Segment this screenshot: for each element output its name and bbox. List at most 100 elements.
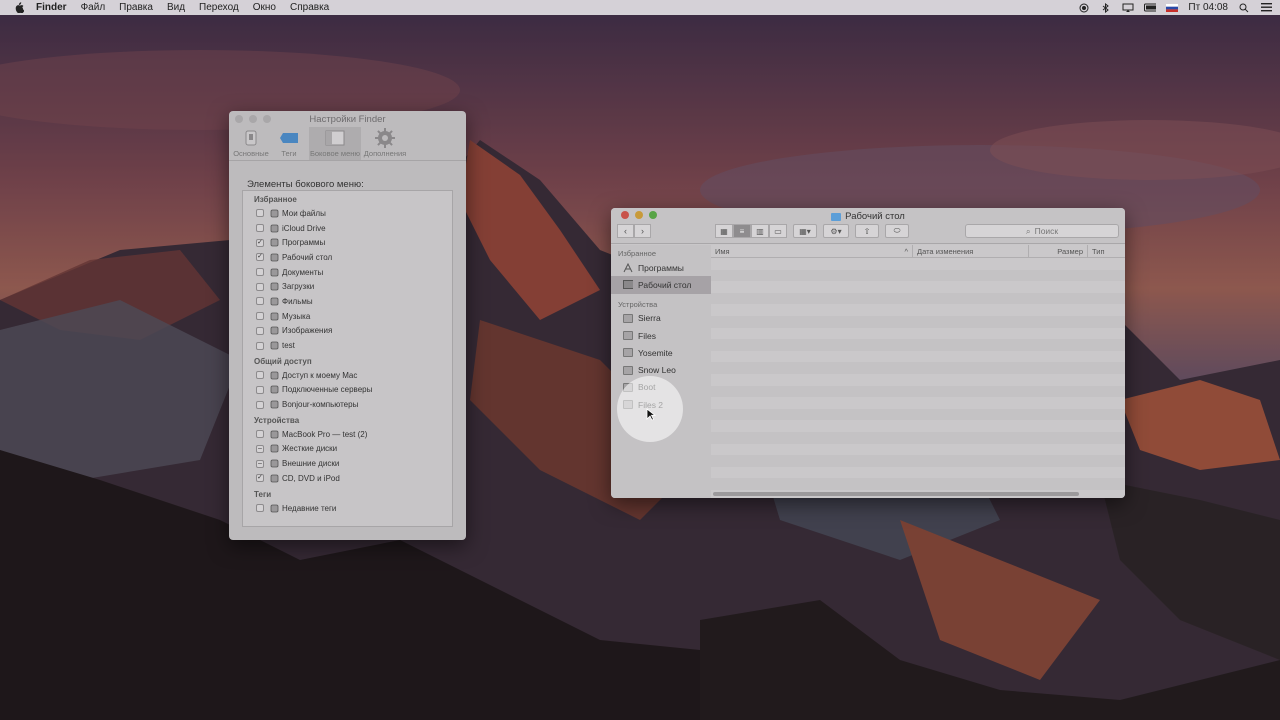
menu-app-name[interactable]: Finder — [36, 2, 67, 13]
pref-item-row[interactable]: Bonjour-компьютеры — [243, 397, 452, 412]
devices-list: Sierra Files Yosemite Snow Leo Boot Files 2 — [611, 310, 711, 414]
notification-center-icon[interactable] — [1260, 3, 1272, 13]
tab-general[interactable]: Основные — [233, 127, 269, 160]
pref-item-row[interactable]: MacBook Pro — test (2) — [243, 427, 452, 442]
pref-item-label: test — [282, 341, 295, 351]
pref-item-row[interactable]: ✓ Рабочий стол — [243, 250, 452, 265]
checkbox[interactable] — [256, 385, 264, 394]
share-button[interactable]: ⇧ — [855, 224, 879, 238]
tab-label: Основные — [233, 149, 269, 158]
desktop-icon — [623, 280, 633, 290]
applications-icon — [269, 238, 279, 248]
battery-icon[interactable] — [1144, 3, 1157, 13]
edit-tags-button[interactable]: ⬭ — [885, 224, 909, 238]
checkbox[interactable]: ✓ — [256, 238, 264, 247]
tab-tags[interactable]: Теги — [271, 127, 307, 160]
column-kind[interactable]: Тип — [1088, 245, 1125, 258]
checkbox[interactable] — [256, 224, 264, 233]
sidebar-item-device[interactable]: Files — [611, 327, 711, 344]
pref-item-row[interactable]: Музыка — [243, 309, 452, 324]
horizontal-scrollbar[interactable] — [713, 492, 1079, 496]
airplay-icon[interactable] — [1122, 3, 1134, 13]
menu-view[interactable]: Вид — [167, 2, 185, 13]
forward-button[interactable]: › — [634, 224, 651, 238]
action-gear-button[interactable]: ⚙▾ — [823, 224, 849, 238]
tab-label: Боковое меню — [309, 149, 361, 158]
checkbox[interactable] — [256, 209, 264, 218]
list-view-button[interactable]: ≡ — [733, 224, 751, 238]
sidebar-item-desktop[interactable]: Рабочий стол — [611, 276, 711, 294]
apple-icon[interactable] — [14, 2, 26, 13]
sidebar-item-device[interactable]: Boot — [611, 379, 711, 396]
column-size[interactable]: Размер — [1029, 244, 1088, 258]
sidebar-item-applications[interactable]: Программы — [611, 259, 711, 276]
pref-item-row[interactable]: Фильмы — [243, 294, 452, 309]
menu-help[interactable]: Справка — [290, 2, 329, 13]
pref-item-row[interactable]: Мои файлы — [243, 206, 452, 221]
checkbox[interactable] — [256, 312, 264, 321]
checkbox[interactable]: – — [256, 459, 264, 468]
pref-item-label: MacBook Pro — test (2) — [282, 429, 368, 439]
menu-go[interactable]: Переход — [199, 2, 239, 13]
checkbox[interactable] — [256, 400, 264, 409]
pref-item-row[interactable]: test — [243, 338, 452, 353]
checkbox[interactable] — [256, 341, 264, 350]
tab-sidebar[interactable]: Боковое меню — [309, 127, 361, 160]
pref-item-row[interactable]: – Внешние диски — [243, 456, 452, 471]
pref-item-row[interactable]: ✓ CD, DVD и iPod — [243, 471, 452, 486]
input-source-flag-icon[interactable] — [1166, 3, 1179, 13]
pref-item-row[interactable]: Документы — [243, 265, 452, 280]
checkbox[interactable] — [256, 297, 264, 306]
pref-item-row[interactable]: ✓ Программы — [243, 235, 452, 250]
empty-row — [711, 339, 1125, 351]
column-header-row: Имя ^ Дата изменения Размер Тип — [711, 244, 1125, 258]
sidebar-item-device[interactable]: Sierra — [611, 310, 711, 327]
column-name[interactable]: Имя ^ — [711, 244, 913, 258]
finder-titlebar[interactable]: Рабочий стол ‹ › ▦ ≡ ▥ ▭ ▦▾ ⚙▾ ⇧ ⬭ ⌕ Пои… — [611, 208, 1125, 244]
checkbox[interactable] — [256, 430, 264, 439]
search-field[interactable]: ⌕ Поиск — [965, 224, 1119, 238]
column-view-button[interactable]: ▥ — [751, 224, 769, 238]
checkbox[interactable] — [256, 268, 264, 277]
pref-item-row[interactable]: – Жесткие диски — [243, 442, 452, 457]
column-date-modified[interactable]: Дата изменения — [913, 244, 1029, 258]
cover-flow-button[interactable]: ▭ — [769, 224, 787, 238]
pref-item-row[interactable]: Недавние теги — [243, 501, 452, 516]
menu-edit[interactable]: Правка — [119, 2, 153, 13]
arrange-button[interactable]: ▦▾ — [793, 224, 817, 238]
disk-icon — [623, 331, 633, 341]
back-button[interactable]: ‹ — [617, 224, 634, 238]
menu-window[interactable]: Окно — [253, 2, 276, 13]
pref-item-label: Мои файлы — [282, 208, 326, 218]
pref-group-label: Устройства — [254, 415, 300, 425]
pref-item-row[interactable]: Подключенные серверы — [243, 383, 452, 398]
sidebar-item-device[interactable]: Snow Leo — [611, 361, 711, 378]
tab-advanced[interactable]: Дополнения — [363, 127, 407, 160]
bluetooth-icon[interactable] — [1100, 2, 1112, 13]
menu-clock[interactable]: Пт 04:08 — [1188, 2, 1228, 13]
bonjour-icon — [269, 400, 279, 410]
pref-item-row[interactable]: Изображения — [243, 324, 452, 339]
pref-item-label: Недавние теги — [282, 503, 337, 513]
icon-view-button[interactable]: ▦ — [715, 224, 733, 238]
desktop-icon — [269, 252, 279, 262]
checkbox[interactable] — [256, 371, 264, 380]
sidebar-item-device[interactable]: Files 2 — [611, 396, 711, 413]
empty-row — [711, 374, 1125, 386]
menu-file[interactable]: Файл — [81, 2, 106, 13]
prefs-titlebar[interactable]: Настройки Finder — [229, 111, 466, 127]
checkbox[interactable]: ✓ — [256, 253, 264, 262]
checkbox[interactable] — [256, 282, 264, 291]
spotlight-search-icon[interactable] — [1238, 3, 1250, 13]
external-disk-icon — [269, 459, 279, 469]
checkbox[interactable] — [256, 504, 264, 513]
pref-item-row[interactable]: Доступ к моему Mac — [243, 368, 452, 383]
sidebar-item-device[interactable]: Yosemite — [611, 344, 711, 361]
checkbox[interactable] — [256, 326, 264, 335]
pref-item-row[interactable]: Загрузки — [243, 279, 452, 294]
checkbox[interactable]: ✓ — [256, 474, 264, 483]
pref-item-row[interactable]: iCloud Drive — [243, 221, 452, 236]
pref-item-label: Внешние диски — [282, 459, 340, 469]
record-icon[interactable] — [1078, 3, 1090, 13]
checkbox[interactable]: – — [256, 444, 264, 453]
